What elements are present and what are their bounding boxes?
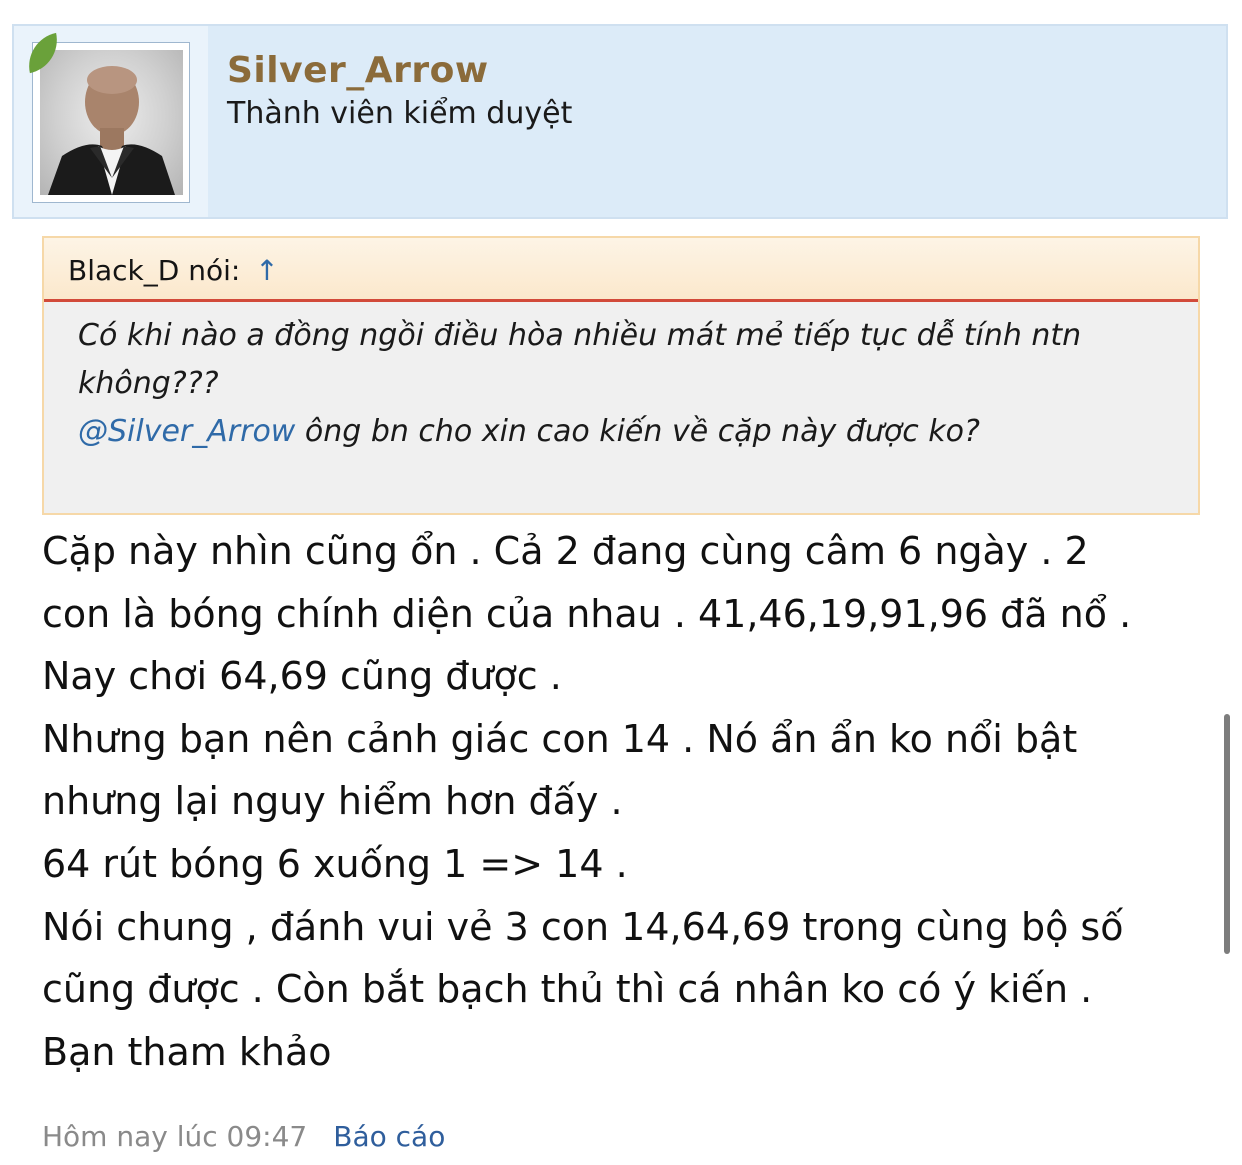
user-info-panel: Silver_Arrow Thành viên kiểm duyệt [12,24,1228,219]
report-link[interactable]: Báo cáo [333,1120,445,1153]
quote-line: không??? [78,366,219,401]
message-line: cũng được . Còn bắt bạch thủ thì cá nhân… [42,967,1093,1012]
avatar-image [40,50,183,195]
user-role-title: Thành viên kiểm duyệt [227,96,573,131]
quote-block: Black_D nói: ↑ Có khi nào a đồng ngồi đi… [42,236,1200,515]
username-link[interactable]: Silver_Arrow [227,50,489,91]
quote-text: ông bn cho xin cao kiến về cặp này được … [295,414,980,449]
message-line: Nhưng bạn nên cảnh giác con 14 . Nó ẩn ẩ… [42,716,1078,761]
scrollbar-thumb[interactable] [1224,714,1230,954]
quote-body: Có khi nào a đồng ngồi điều hòa nhiều má… [44,302,1198,456]
post-footer: Hôm nay lúc 09:47 Báo cáo [42,1120,445,1153]
message-body: Cặp này nhìn cũng ổn . Cả 2 đang cùng câ… [42,520,1202,1083]
jump-to-quote-icon[interactable]: ↑ [255,254,278,287]
avatar-cell [14,26,208,217]
message-line: nhưng lại nguy hiểm hơn đấy . [42,779,623,824]
message-line: Nói chung , đánh vui vẻ 3 con 14,64,69 t… [42,904,1124,949]
quote-author: Black_D nói: [68,254,241,287]
message-line: Bạn tham khảo [42,1029,332,1074]
avatar-portrait [48,66,175,195]
quote-header: Black_D nói: ↑ [44,238,1198,302]
quote-line: @Silver_Arrow ông bn cho xin cao kiến về… [78,408,1198,456]
quote-line: Có khi nào a đồng ngồi điều hòa nhiều má… [78,318,1082,353]
avatar[interactable] [32,42,190,203]
post-timestamp[interactable]: Hôm nay lúc 09:47 [42,1120,307,1153]
message-line: con là bóng chính diện của nhau . 41,46,… [42,591,1132,636]
message-line: Nay chơi 64,69 cũng được . [42,654,562,699]
message-line: Cặp này nhìn cũng ổn . Cả 2 đang cùng câ… [42,529,1089,573]
message-line: 64 rút bóng 6 xuống 1 => 14 . [42,841,628,886]
user-mention-link[interactable]: @Silver_Arrow [78,414,295,449]
